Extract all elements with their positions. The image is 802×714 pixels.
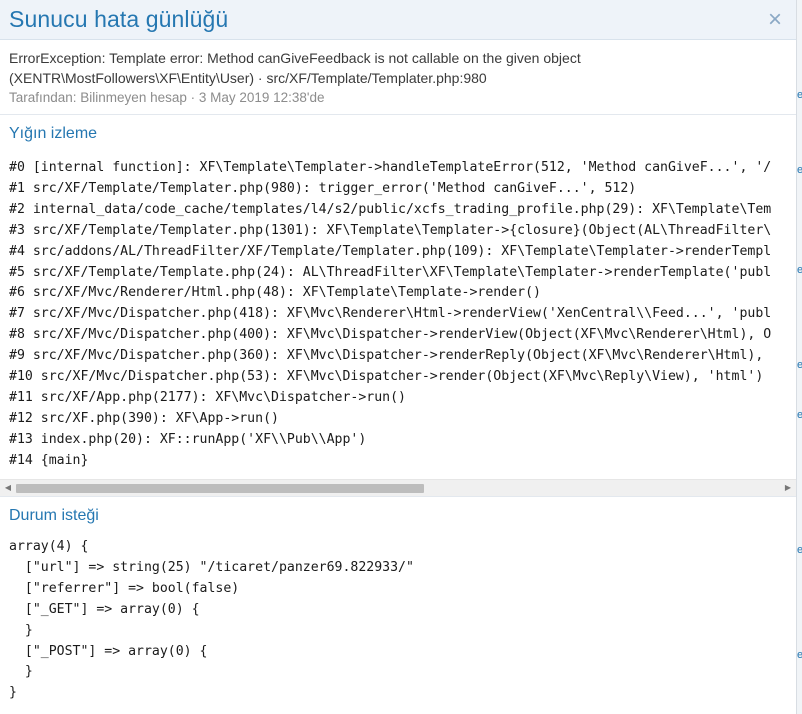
background-edge-text: e [797, 410, 802, 420]
stack-trace-line: #4 src/addons/AL/ThreadFilter/XF/Templat… [9, 243, 772, 259]
stack-trace-line: #0 [internal function]: XF\Template\Temp… [9, 160, 772, 175]
dialog-header: Sunucu hata günlüğü × [0, 0, 796, 40]
request-state-line: ["referrer"] => bool(false) [9, 580, 240, 596]
stack-trace-line: #3 src/XF/Template/Templater.php(1301): … [9, 222, 772, 238]
request-state-line: } [9, 685, 17, 701]
stack-trace-heading: Yığın izleme [9, 125, 98, 142]
scrollbar-thumb[interactable] [16, 484, 424, 493]
background-edge-text: e [797, 545, 802, 555]
stack-trace-line: #12 src/XF.php(390): XF\App->run() [9, 410, 279, 426]
background-edge-text: e [797, 165, 802, 175]
server-error-log-dialog: Sunucu hata günlüğü × ErrorException: Te… [0, 0, 796, 714]
stack-trace-panel[interactable]: #0 [internal function]: XF\Template\Temp… [0, 151, 796, 497]
stack-trace-line: #9 src/XF/Mvc/Dispatcher.php(360): XF\Mv… [9, 348, 764, 364]
request-state-code: array(4) { ["url"] => string(25) "/ticar… [0, 533, 796, 704]
error-message-line: (XENTR\MostFollowers\XF\Entity\User) · s… [9, 70, 487, 86]
request-state-line: array(4) { [9, 539, 89, 554]
stack-trace-line: #13 index.php(20): XF::runApp('XF\\Pub\\… [9, 431, 367, 447]
background-edge-text: e [797, 650, 802, 660]
request-state-panel: array(4) { ["url"] => string(25) "/ticar… [0, 533, 796, 704]
request-state-line: ["url"] => string(25) "/ticaret/panzer69… [9, 559, 414, 575]
error-meta: Tarafından: Bilinmeyen hesap · 3 May 201… [9, 90, 325, 105]
stack-trace-line: #5 src/XF/Template/Template.php(24): AL\… [9, 264, 772, 280]
horizontal-scrollbar[interactable]: ◀ ▶ [0, 479, 796, 496]
stack-trace-line: #2 internal_data/code_cache/templates/l4… [9, 201, 772, 217]
stack-trace-line: #7 src/XF/Mvc/Dispatcher.php(418): XF\Mv… [9, 306, 772, 322]
stack-trace-line: #14 {main} [9, 452, 89, 468]
dialog-title: Sunucu hata günlüğü [9, 6, 229, 32]
background-edge-text: e [797, 360, 802, 370]
stack-trace-line: #10 src/XF/Mvc/Dispatcher.php(53): XF\Mv… [9, 369, 764, 385]
close-icon[interactable]: × [764, 7, 786, 32]
stack-trace-line: #8 src/XF/Mvc/Dispatcher.php(400): XF\Mv… [9, 327, 772, 343]
request-state-heading: Durum isteği [9, 507, 99, 524]
stack-trace-line: #11 src/XF/App.php(2177): XF\Mvc\Dispatc… [9, 389, 406, 405]
error-summary: ErrorException: Template error: Method c… [0, 40, 796, 115]
background-page-edge: e e e e e e e [796, 0, 802, 714]
request-state-line: ["_POST"] => array(0) { [9, 643, 208, 659]
error-message-line: ErrorException: Template error: Method c… [9, 50, 581, 66]
scroll-left-icon[interactable]: ◀ [0, 480, 16, 496]
request-state-line: ["_GET"] => array(0) { [9, 601, 200, 617]
stack-trace-code: #0 [internal function]: XF\Template\Temp… [0, 151, 796, 472]
stack-trace-line: #1 src/XF/Template/Templater.php(980): t… [9, 180, 637, 196]
request-state-line: } [9, 664, 33, 680]
background-edge-text: e [797, 90, 802, 100]
stack-trace-line: #6 src/XF/Mvc/Renderer/Html.php(48): XF\… [9, 285, 541, 301]
background-edge-text: e [797, 265, 802, 275]
request-state-line: } [9, 622, 33, 638]
page-background: e e e e e e e Sunucu hata günlüğü × Erro… [0, 0, 802, 714]
scroll-right-icon[interactable]: ▶ [780, 480, 796, 496]
